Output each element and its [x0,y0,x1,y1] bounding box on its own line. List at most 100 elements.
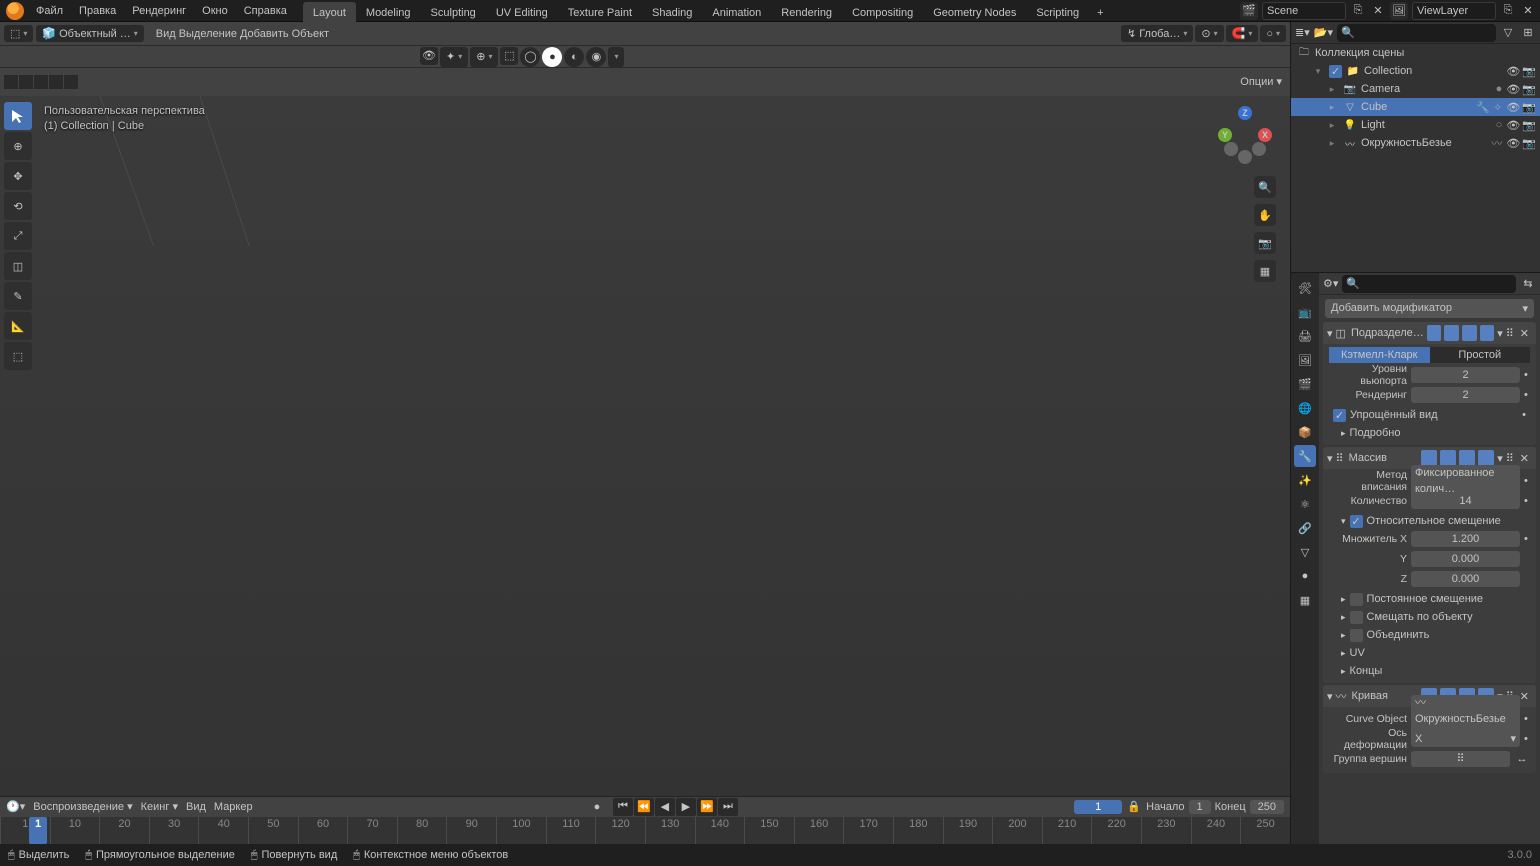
prop-tab-modifiers-icon[interactable]: 🔧 [1294,445,1316,467]
interaction-mode-selector[interactable]: 🧊 Объектный …▾ [36,25,143,42]
visibility-icon[interactable]: 👁 [1506,119,1520,132]
jump-end-icon[interactable]: ⏭ [718,798,738,816]
autokey-icon[interactable]: ● [589,799,605,815]
play-reverse-icon[interactable]: ◀ [655,798,675,816]
prop-tab-render-icon[interactable]: 📺 [1294,301,1316,323]
scene-delete-icon[interactable]: ✕ [1370,3,1386,19]
transform-orientation[interactable]: ↯ Глоба…▾ [1121,25,1193,42]
properties-editor-type[interactable]: ⚙▾ [1323,277,1338,290]
viewlayer-name-field[interactable]: ViewLayer [1412,2,1496,20]
curve-vgroup-field[interactable]: ⠿ [1411,751,1510,767]
tool-cursor[interactable]: ⊕ [4,132,32,160]
vgroup-invert-icon[interactable]: ↔ [1514,751,1530,767]
zoom-icon[interactable]: 🔍 [1254,176,1276,198]
prop-tab-physics-icon[interactable]: ⚛ [1294,493,1316,515]
shading-options[interactable]: ▾ [608,47,624,67]
timeline-menu-keying[interactable]: Кеинг ▾ [141,800,178,813]
optimal-display-checkbox[interactable]: ✓ [1333,409,1346,422]
prop-tab-world-icon[interactable]: 🌐 [1294,397,1316,419]
mod-delete-icon[interactable]: ✕ [1517,452,1532,465]
objoffset-checkbox[interactable] [1350,611,1363,624]
mod-extras-icon[interactable]: ▾ [1497,452,1503,465]
subdiv-simple-button[interactable]: Простой [1430,347,1531,363]
reloffset-checkbox[interactable]: ✓ [1350,515,1363,528]
outliner-search[interactable]: 🔍 [1337,24,1496,42]
add-modifier-dropdown[interactable]: Добавить модификатор▾ [1325,299,1534,318]
mod-show-viewport-icon[interactable] [1462,325,1477,341]
render-visibility-icon[interactable]: 📷 [1522,65,1536,78]
tab-rendering[interactable]: Rendering [771,2,842,24]
subdiv-viewport-field[interactable]: 2 [1411,367,1520,383]
tab-shading[interactable]: Shading [642,2,702,24]
array-factor-y-field[interactable]: 0.000 [1411,551,1520,567]
tool-transform[interactable]: ◫ [4,252,32,280]
outliner-row[interactable]: ▸▽Cube🔧 ✧👁📷 [1291,98,1540,116]
tool-measure[interactable]: 📐 [4,312,32,340]
playhead[interactable]: 1 [29,817,47,844]
tab-animation[interactable]: Animation [702,2,771,24]
outliner-type-selector[interactable]: ≣▾ [1295,26,1310,39]
timeline-ruler[interactable]: 1102030405060708090100110120130140150160… [0,817,1290,844]
subdiv-render-field[interactable]: 2 [1411,387,1520,403]
menu-edit[interactable]: Правка [71,0,124,22]
tool-rotate[interactable]: ⟲ [4,192,32,220]
tab-sculpting[interactable]: Sculpting [421,2,486,24]
array-merge-header[interactable]: ▸Объединить [1329,626,1530,644]
outliner-row[interactable]: ▸📷Camera●👁📷 [1291,80,1540,98]
keyframe-prev-icon[interactable]: ⏪ [634,798,654,816]
modifier-name[interactable]: Кривая [1350,690,1419,702]
array-reloffset-header[interactable]: ▾✓Относительное смещение [1329,512,1530,530]
shading-solid-icon[interactable]: ● [542,47,562,67]
outliner-display-mode[interactable]: 📂▾ [1314,26,1333,39]
menu-help[interactable]: Справка [236,0,295,22]
outliner-filter-icon[interactable]: ▽ [1500,25,1516,41]
toolheader-btn[interactable] [34,75,48,89]
pan-icon[interactable]: ✋ [1254,204,1276,226]
collapse-icon[interactable]: ▾ [1327,690,1333,703]
tool-add-cube[interactable]: ⬚ [4,342,32,370]
properties-search[interactable]: 🔍 [1342,275,1516,293]
mod-show-cage-icon[interactable] [1427,325,1442,341]
overlay-dropdown[interactable]: ⊕▾ [470,47,498,67]
scene-name-field[interactable]: Scene [1262,2,1346,20]
render-visibility-icon[interactable]: 📷 [1522,83,1536,96]
prop-tab-material-icon[interactable]: ● [1294,565,1316,587]
toolheader-btn[interactable] [49,75,63,89]
mod-show-render-icon[interactable] [1480,325,1495,341]
editor-type-selector[interactable]: ⬚▾ [4,25,33,42]
render-visibility-icon[interactable]: 📷 [1522,101,1536,114]
tab-uv[interactable]: UV Editing [486,2,558,24]
prop-tab-particles-icon[interactable]: ✨ [1294,469,1316,491]
end-frame-field[interactable]: 250 [1250,800,1284,814]
navigation-gizmo[interactable]: X Y Z [1210,104,1274,168]
collapse-icon[interactable]: ▾ [1327,327,1333,340]
tool-scale[interactable]: ⤢ [4,222,32,250]
array-objoffset-header[interactable]: ▸Смещать по объекту [1329,608,1530,626]
tool-options-dropdown[interactable]: Опции ▾ [1232,68,1290,96]
frame-lock-icon[interactable]: 🔒 [1126,799,1142,815]
visibility-icon[interactable]: 👁 [1506,137,1520,150]
viewport-menu-select[interactable]: Выделение [179,28,237,40]
pivot-selector[interactable]: ⊙▾ [1195,25,1223,42]
viewlayer-new-icon[interactable]: ⎘ [1500,3,1516,19]
mod-extras-icon[interactable]: ▾ [1497,327,1503,340]
modifier-name[interactable]: Подразделе… [1349,327,1424,339]
array-caps-header[interactable]: ▸Концы [1329,662,1530,680]
prop-tab-output-icon[interactable]: 🖨 [1294,325,1316,347]
mod-show-edit-icon[interactable] [1440,450,1456,466]
viewport-menu-add[interactable]: Добавить [240,28,289,40]
tool-move[interactable]: ✥ [4,162,32,190]
snap-toggle[interactable]: 🧲▾ [1226,25,1259,42]
play-icon[interactable]: ▶ [676,798,696,816]
timeline-menu-view[interactable]: Вид [186,801,206,813]
viewport-menu-object[interactable]: Объект [292,28,329,40]
mod-apply-icon[interactable]: ⠿ [1506,452,1514,465]
current-frame-field[interactable]: 1 [1074,800,1122,814]
prop-tab-tool-icon[interactable]: 🛠 [1294,277,1316,299]
render-visibility-icon[interactable]: 📷 [1522,119,1536,132]
properties-pin-icon[interactable]: ⇆ [1520,276,1536,292]
viewport-menu-view[interactable]: Вид [156,28,176,40]
constoffset-checkbox[interactable] [1350,593,1363,606]
toolheader-btn[interactable] [64,75,78,89]
mod-delete-icon[interactable]: ✕ [1517,327,1532,340]
